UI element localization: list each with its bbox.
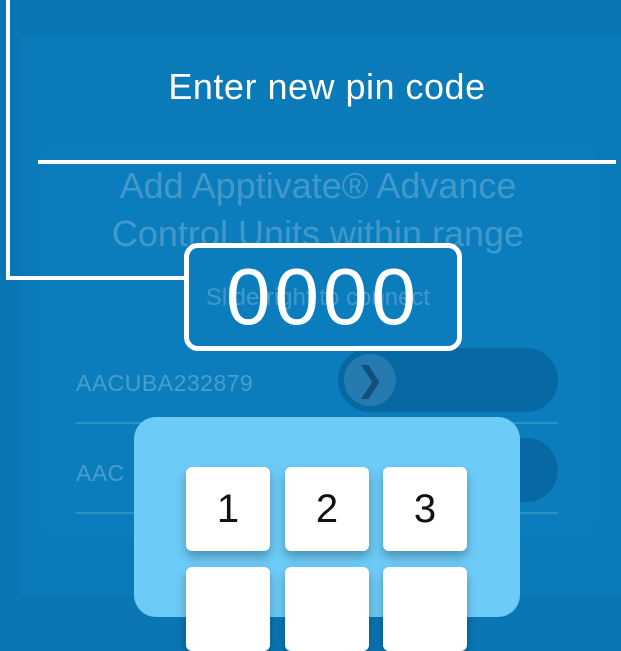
pin-heading: Enter new pin code [168, 66, 486, 107]
key-2[interactable]: 2 [285, 467, 369, 551]
pin-code-display[interactable]: 0000 [184, 243, 462, 351]
guide-line-vertical [6, 0, 10, 280]
key-1[interactable]: 1 [186, 467, 270, 551]
key-3[interactable]: 3 [383, 467, 467, 551]
device-row[interactable]: AACUBA232879 ❯ [76, 348, 558, 424]
dialog-title-line-1: Add Apptivate® Advance [119, 165, 517, 206]
heading-underline [38, 160, 616, 164]
device-name: AAC [76, 460, 125, 486]
chevron-right-icon[interactable]: ❯ [344, 354, 396, 406]
numeric-keypad: 1 2 3 [134, 417, 520, 651]
guide-line-horizontal [6, 276, 186, 280]
device-name: AACUBA232879 [76, 370, 254, 396]
connect-slider[interactable]: ❯ [338, 348, 558, 412]
